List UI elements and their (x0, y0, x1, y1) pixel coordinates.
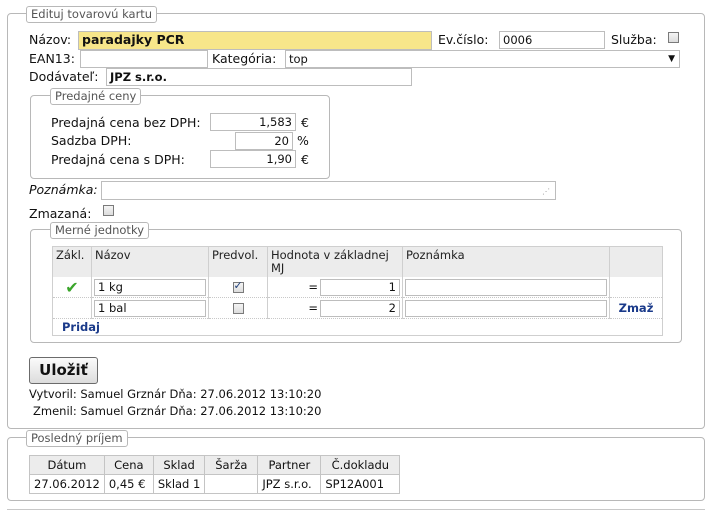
units-header-predvol: Predvol. (208, 247, 268, 277)
units-cell-nazov: 1 kg (91, 277, 209, 298)
nazov-input[interactable]: paradajky PCR (78, 31, 432, 50)
add-unit-link[interactable]: Pridaj (62, 320, 100, 334)
units-cell-poznamka (402, 297, 610, 319)
poznamka-label: Poznámka: (29, 182, 98, 197)
kategoria-value: top (289, 52, 308, 66)
units-cell-predvol (208, 277, 268, 298)
units-table-wrap: Zákl. Názov Predvol. Hodnota v základnej… (52, 246, 663, 336)
s-dph-input[interactable]: 1,90 (210, 150, 296, 168)
evcislo-input[interactable]: 0006 (499, 31, 605, 49)
check-icon: ✔ (65, 277, 79, 297)
receipt-header-sarza: Šarža (204, 455, 259, 475)
evcislo-label: Ev.číslo: (438, 32, 489, 47)
bez-dph-label: Predajná cena bez DPH: (51, 115, 201, 130)
receipt-header-doklad: Č.dokladu (320, 455, 401, 475)
resize-handle-icon[interactable]: ⋰ (542, 187, 550, 196)
receipt-header-datum: Dátum (29, 455, 105, 475)
receipt-header-cena: Cena (103, 455, 154, 475)
kategoria-label: Kategória: (212, 51, 277, 66)
bez-dph-input[interactable]: 1,583 (210, 113, 296, 131)
predvol-checkbox[interactable] (232, 303, 244, 314)
units-poznamka-input[interactable] (405, 299, 607, 317)
receipt-cell-sklad: Sklad 1 (152, 474, 206, 494)
ean-label: EAN13: (29, 51, 75, 66)
receipt-header-sklad: Sklad (152, 455, 206, 475)
bez-dph-unit: € (301, 115, 309, 130)
units-cell-predvol (208, 297, 268, 319)
ean-input[interactable] (80, 50, 208, 68)
last-receipt-table-wrap: Dátum Cena Sklad Šarža Partner Č.dokladu… (29, 455, 401, 494)
save-button[interactable]: Uložiť (29, 357, 98, 384)
units-hodnota-input[interactable]: 2 (320, 299, 400, 317)
created-info: Vytvoril: Samuel Grznár Dňa: 27.06.2012 … (29, 387, 322, 401)
units-add-row: Pridaj (53, 319, 662, 336)
receipt-cell-partner: JPZ s.r.o. (257, 474, 322, 494)
units-cell-nazov: 1 bal (91, 297, 209, 319)
units-cell-action: Zmaž (609, 297, 662, 319)
zmazana-label: Zmazaná: (29, 206, 92, 221)
receipt-header-partner: Partner (257, 455, 322, 475)
sluzba-checkbox[interactable] (668, 32, 679, 43)
units-hodnota-input[interactable]: 1 (320, 278, 400, 296)
nazov-label: Názov: (29, 32, 72, 47)
chevron-down-icon: ▼ (668, 54, 675, 64)
units-legend: Merné jednotky (50, 222, 150, 239)
units-poznamka-input[interactable] (405, 278, 607, 296)
receipt-cell-sarza (204, 474, 259, 494)
table-row: 1 bal = 2 Zmaž (53, 297, 662, 319)
s-dph-label: Predajná cena s DPH: (51, 152, 185, 167)
prices-legend: Predajné ceny (50, 88, 142, 105)
units-cell-action (609, 277, 662, 298)
receipt-cell-doklad: SP12A001 (320, 474, 401, 494)
units-header-nazov: Názov (91, 247, 209, 277)
units-cell-hodnota: = 1 (267, 277, 403, 298)
poznamka-textarea[interactable] (101, 181, 556, 200)
last-receipt-table: Dátum Cena Sklad Šarža Partner Č.dokladu… (29, 455, 401, 494)
last-receipt-legend: Posledný príjem (26, 430, 128, 447)
table-row: 27.06.2012 0,45 € Sklad 1 JPZ s.r.o. SP1… (29, 474, 401, 494)
units-table: Zákl. Názov Predvol. Hodnota v základnej… (53, 247, 662, 335)
units-cell-zakl: ✔ (53, 277, 92, 298)
units-header-zakl: Zákl. (53, 247, 92, 277)
units-header-action (609, 247, 662, 277)
equals-sign: = (308, 301, 318, 315)
zmazana-checkbox[interactable] (103, 205, 114, 216)
units-nazov-input[interactable]: 1 bal (94, 299, 206, 317)
units-nazov-input[interactable]: 1 kg (94, 278, 206, 296)
units-cell-zakl (53, 297, 92, 319)
modified-info: Zmenil: Samuel Grznár Dňa: 27.06.2012 13… (33, 404, 322, 418)
dodavatel-label: Dodávateľ: (29, 69, 99, 84)
kategoria-select[interactable]: top ▼ (285, 50, 680, 68)
dodavatel-input[interactable]: JPZ s.r.o. (106, 68, 412, 86)
units-cell-hodnota: = 2 (267, 297, 403, 319)
predvol-checkbox[interactable] (232, 279, 244, 293)
equals-sign: = (308, 280, 318, 294)
delete-unit-link[interactable]: Zmaž (619, 301, 654, 315)
sluzba-label: Služba: (611, 32, 657, 47)
sadzba-unit: % (297, 133, 309, 148)
bottom-divider (7, 509, 705, 510)
sadzba-input[interactable]: 20 (235, 132, 293, 150)
units-header-hodnota: Hodnota v základnej MJ (267, 247, 403, 277)
units-cell-poznamka (402, 277, 610, 298)
receipt-cell-cena: 0,45 € (103, 474, 154, 494)
sadzba-label: Sadzba DPH: (51, 133, 132, 148)
units-header-poznamka: Poznámka (402, 247, 610, 277)
s-dph-unit: € (301, 152, 309, 167)
edit-card-legend: Edituj tovarovú kartu (26, 6, 158, 23)
table-row: ✔ 1 kg = 1 (53, 277, 662, 298)
receipt-cell-datum: 27.06.2012 (29, 474, 105, 494)
